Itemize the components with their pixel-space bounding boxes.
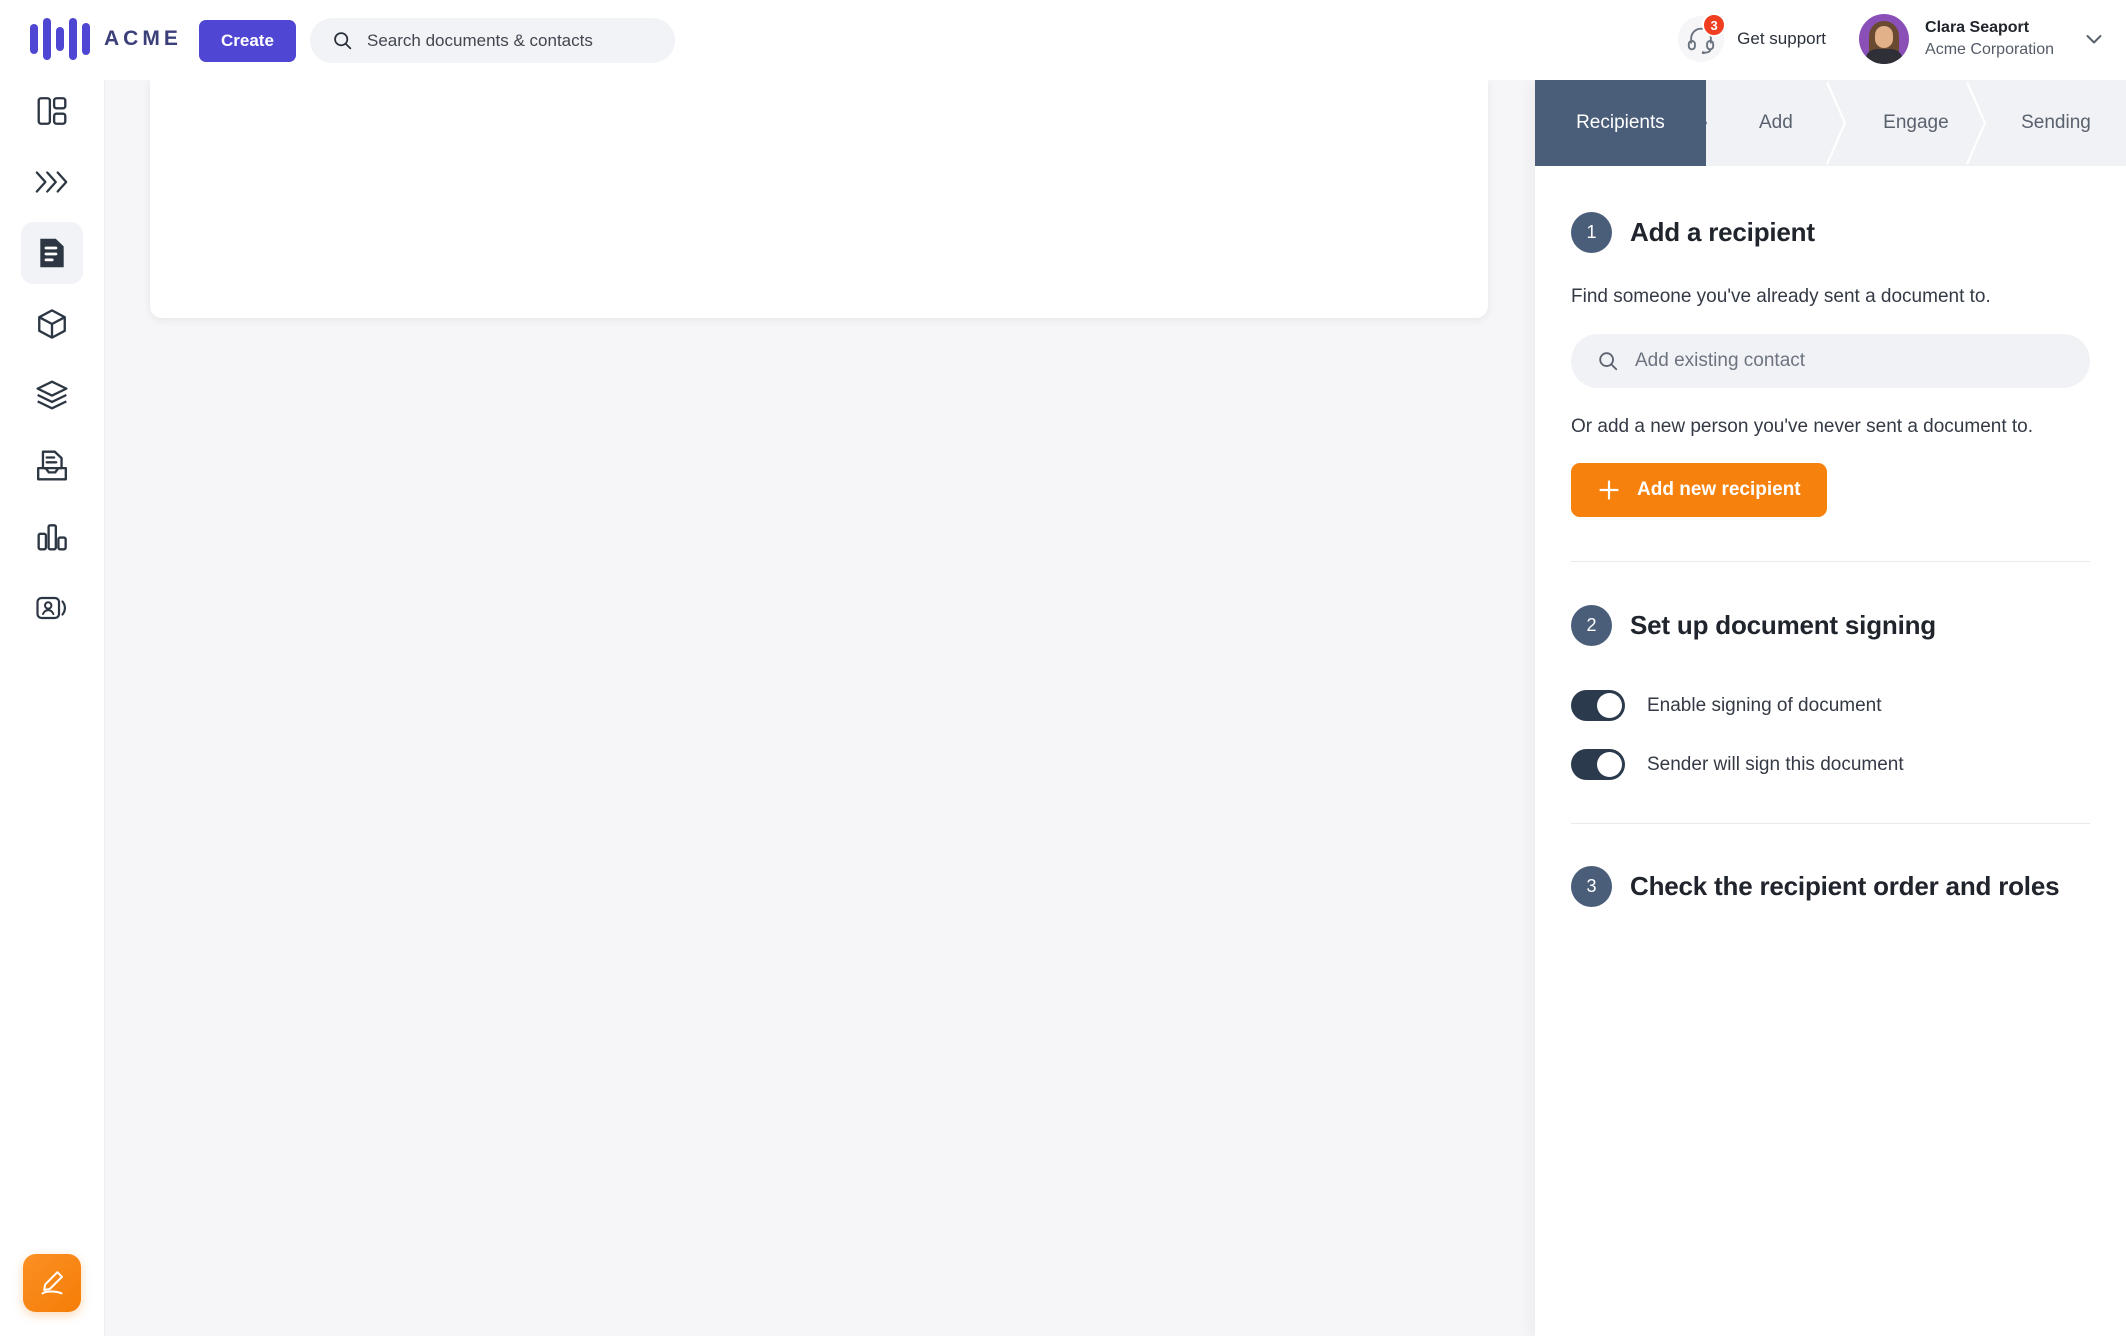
enable-signing-label: Enable signing of document — [1647, 694, 1882, 716]
chevrons-right-icon — [35, 171, 68, 193]
search-icon — [1599, 352, 1618, 371]
sidebar-item-inbox[interactable] — [21, 435, 83, 497]
section-2-title: Set up document signing — [1630, 610, 1936, 640]
sidebar-item-products[interactable] — [21, 293, 83, 355]
step-tab-engage[interactable]: Engage — [1845, 80, 1987, 166]
app-root: ACME Create Search documents & contacts … — [0, 0, 2126, 1336]
user-menu[interactable]: Clara Seaport Acme Corporation — [1859, 14, 2106, 64]
step-label: Sending — [2021, 112, 2091, 133]
sender-will-sign-toggle[interactable] — [1571, 749, 1625, 780]
bar-chart-icon — [37, 524, 67, 551]
headset-icon-wrap: 3 — [1678, 13, 1727, 62]
logo-text: ACME — [104, 27, 182, 50]
enable-signing-toggle[interactable] — [1571, 690, 1625, 721]
compose-signature-button[interactable] — [23, 1254, 81, 1312]
toggle-row-enable-signing: Enable signing of document — [1571, 690, 2090, 721]
sidebar-item-templates[interactable] — [21, 364, 83, 426]
global-search-input[interactable]: Search documents & contacts — [310, 18, 675, 63]
sidebar-item-contacts[interactable] — [21, 577, 83, 639]
section-1-helper-text: Find someone you've already sent a docum… — [1571, 286, 1991, 307]
step-tab-recipients[interactable]: Recipients — [1535, 80, 1707, 166]
chevron-down-icon[interactable] — [2082, 27, 2106, 51]
sidebar-item-dashboard[interactable] — [21, 80, 83, 142]
support-notification-badge: 3 — [1702, 13, 1727, 37]
toggle-row-sender-signs: Sender will sign this document — [1571, 749, 2090, 780]
plus-icon — [1599, 480, 1619, 500]
avatar — [1859, 14, 1910, 64]
document-preview-card[interactable] — [150, 80, 1488, 318]
recipients-panel: Recipients Add Engage Sending 1 Add a re… — [1535, 80, 2126, 1336]
pencil-sign-icon — [41, 1271, 63, 1295]
document-icon — [40, 238, 64, 268]
document-workspace — [105, 80, 1535, 1336]
inbox-document-icon — [37, 450, 67, 481]
left-sidebar — [0, 80, 105, 1336]
step-label: Add — [1758, 112, 1793, 133]
section-3-header[interactable]: 3 Check the recipient order and roles — [1571, 866, 2090, 907]
user-identity: Clara Seaport Acme Corporation — [1925, 17, 2054, 60]
get-support-button[interactable]: 3 Get support — [1678, 13, 1826, 62]
box-icon — [38, 309, 66, 339]
panel-body: 1 Add a recipient Find someone you've al… — [1535, 212, 2126, 907]
step-label: Recipients — [1576, 112, 1665, 133]
step-number-badge: 1 — [1571, 212, 1612, 253]
add-new-recipient-button[interactable]: Add new recipient — [1571, 463, 1827, 517]
wizard-steps: Recipients Add Engage Sending — [1535, 80, 2126, 166]
step-tab-sending[interactable]: Sending — [1985, 80, 2126, 166]
create-button[interactable]: Create — [199, 20, 296, 62]
layers-icon — [36, 380, 68, 410]
section-1-header: 1 Add a recipient — [1571, 212, 2090, 253]
step-tab-add[interactable]: Add — [1705, 80, 1847, 166]
existing-contact-search-input[interactable]: Add existing contact — [1571, 334, 2090, 388]
top-bar: ACME Create Search documents & contacts … — [0, 0, 2126, 80]
sidebar-item-documents[interactable] — [21, 222, 83, 284]
section-divider-2 — [1571, 823, 2090, 824]
sidebar-item-workflows[interactable] — [21, 151, 83, 213]
logo-bars-icon — [30, 18, 90, 60]
app-logo[interactable]: ACME — [30, 18, 182, 60]
step-label: Engage — [1883, 112, 1949, 133]
user-name: Clara Seaport — [1925, 19, 2030, 37]
section-1-title: Add a recipient — [1630, 217, 1815, 247]
sidebar-item-analytics[interactable] — [21, 506, 83, 568]
section-1-helper-text-2: Or add a new person you've never sent a … — [1571, 416, 2034, 437]
add-new-recipient-label: Add new recipient — [1637, 479, 1801, 500]
contact-card-icon — [36, 596, 67, 620]
search-icon — [334, 32, 352, 50]
get-support-label: Get support — [1737, 29, 1826, 48]
section-divider-1 — [1571, 561, 2090, 562]
step-arrow-icon — [1825, 81, 1847, 165]
user-organization: Acme Corporation — [1925, 41, 2054, 58]
existing-contact-search-placeholder: Add existing contact — [1635, 350, 1806, 371]
layout-dashboard-icon — [37, 97, 67, 125]
step-arrow-icon — [1965, 81, 1987, 165]
step-number-badge: 3 — [1571, 866, 1612, 907]
sender-will-sign-label: Sender will sign this document — [1647, 753, 1904, 775]
global-search-placeholder: Search documents & contacts — [367, 30, 593, 50]
step-arrow-icon — [1684, 80, 1707, 166]
section-2-header: 2 Set up document signing — [1571, 605, 2090, 646]
section-3-title: Check the recipient order and roles — [1630, 871, 2060, 901]
step-number-badge: 2 — [1571, 605, 1612, 646]
